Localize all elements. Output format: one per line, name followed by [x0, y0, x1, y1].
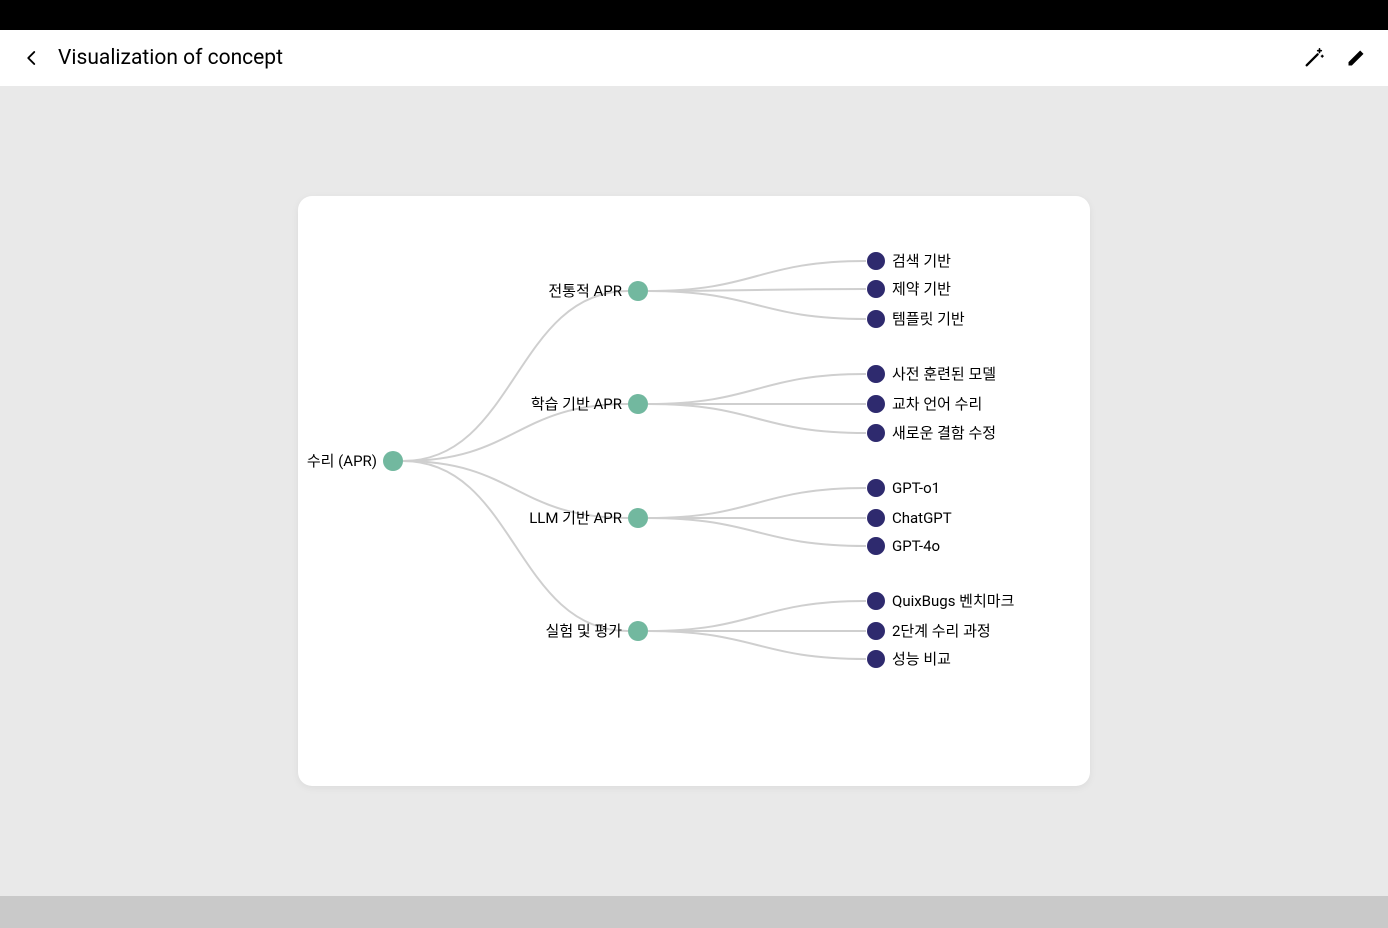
- node-label: 실험 및 평가: [546, 622, 623, 640]
- header-bar: Visualization of concept: [0, 30, 1388, 86]
- mindmap-edge: [403, 291, 628, 461]
- canvas-area: 수리 (APR) 전통적 APR 검색 기반제약 기반템플릿 기반학습 기반 APR…: [0, 86, 1388, 896]
- node-dot[interactable]: [867, 592, 885, 610]
- mindmap-node[interactable]: QuixBugs 벤치마크: [867, 592, 1014, 610]
- mindmap-node[interactable]: 실험 및 평가: [546, 621, 648, 641]
- chevron-left-icon: [23, 49, 41, 67]
- header-right: [1302, 46, 1368, 70]
- node-label: 학습 기반 APR: [531, 395, 622, 413]
- node-label: 교차 언어 수리: [892, 395, 982, 413]
- mindmap-card: 수리 (APR) 전통적 APR 검색 기반제약 기반템플릿 기반학습 기반 APR…: [298, 196, 1090, 786]
- magic-wand-icon: [1303, 47, 1325, 69]
- mindmap-edge: [648, 631, 866, 659]
- node-label: GPT-4o: [892, 537, 940, 555]
- node-label: ChatGPT: [892, 509, 952, 527]
- mindmap-edge: [648, 601, 866, 631]
- node-dot[interactable]: [867, 365, 885, 383]
- mindmap-edge: [648, 518, 866, 546]
- node-label: 성능 비교: [892, 650, 951, 668]
- mindmap-edge: [648, 261, 866, 291]
- node-dot[interactable]: [867, 650, 885, 668]
- mindmap-node[interactable]: 새로운 결함 수정: [867, 424, 996, 442]
- mindmap-node[interactable]: 성능 비교: [867, 650, 951, 668]
- node-label: 새로운 결함 수정: [892, 424, 996, 442]
- mindmap-node[interactable]: GPT-o1: [867, 479, 940, 497]
- node-dot[interactable]: [867, 424, 885, 442]
- mindmap-node[interactable]: 템플릿 기반: [867, 310, 965, 328]
- node-dot[interactable]: [628, 281, 648, 301]
- node-dot[interactable]: [867, 622, 885, 640]
- mindmap-edge: [648, 404, 866, 433]
- node-label: 사전 훈련된 모델: [892, 365, 996, 383]
- node-label: 수리 (APR): [307, 452, 377, 470]
- mindmap-node[interactable]: 사전 훈련된 모델: [867, 365, 996, 383]
- mindmap-node[interactable]: GPT-4o: [867, 537, 940, 555]
- node-label: GPT-o1: [892, 479, 940, 497]
- mindmap-node[interactable]: ChatGPT: [867, 509, 952, 527]
- node-dot[interactable]: [867, 280, 885, 298]
- node-dot[interactable]: [383, 451, 403, 471]
- mindmap-node[interactable]: 학습 기반 APR: [531, 394, 648, 414]
- node-dot[interactable]: [628, 508, 648, 528]
- mindmap-node[interactable]: 검색 기반: [867, 252, 951, 270]
- page-title: Visualization of concept: [58, 46, 283, 70]
- mindmap-node[interactable]: 교차 언어 수리: [867, 395, 982, 413]
- node-dot[interactable]: [867, 537, 885, 555]
- node-dot[interactable]: [628, 621, 648, 641]
- node-label: 검색 기반: [892, 252, 951, 270]
- node-dot[interactable]: [867, 252, 885, 270]
- footer-bar: [0, 896, 1388, 928]
- mindmap-node[interactable]: 수리 (APR): [307, 451, 403, 471]
- edit-button[interactable]: [1344, 46, 1368, 70]
- node-label: LLM 기반 APR: [529, 509, 622, 527]
- mindmap-edge: [403, 461, 628, 631]
- mindmap-node[interactable]: 2단계 수리 과정: [867, 622, 991, 640]
- mindmap-svg[interactable]: 수리 (APR) 전통적 APR 검색 기반제약 기반템플릿 기반학습 기반 APR…: [298, 196, 1090, 786]
- mindmap-edges: [403, 261, 866, 659]
- pencil-icon: [1346, 48, 1366, 68]
- back-button[interactable]: [20, 46, 44, 70]
- mindmap-node[interactable]: 제약 기반: [867, 280, 951, 298]
- node-dot[interactable]: [628, 394, 648, 414]
- mindmap-node[interactable]: LLM 기반 APR: [529, 508, 648, 528]
- top-black-bar: [0, 0, 1388, 30]
- node-dot[interactable]: [867, 395, 885, 413]
- mindmap-node[interactable]: 전통적 APR: [548, 281, 648, 301]
- node-label: 전통적 APR: [548, 282, 622, 300]
- header-left: Visualization of concept: [20, 46, 283, 70]
- node-label: 템플릿 기반: [892, 310, 965, 328]
- node-dot[interactable]: [867, 479, 885, 497]
- mindmap-edge: [648, 291, 866, 319]
- mindmap-edge: [648, 488, 866, 518]
- node-label: 2단계 수리 과정: [892, 622, 991, 640]
- magic-wand-button[interactable]: [1302, 46, 1326, 70]
- node-dot[interactable]: [867, 310, 885, 328]
- node-label: 제약 기반: [892, 280, 951, 298]
- node-label: QuixBugs 벤치마크: [892, 592, 1014, 610]
- mindmap-edge: [648, 374, 866, 404]
- node-dot[interactable]: [867, 509, 885, 527]
